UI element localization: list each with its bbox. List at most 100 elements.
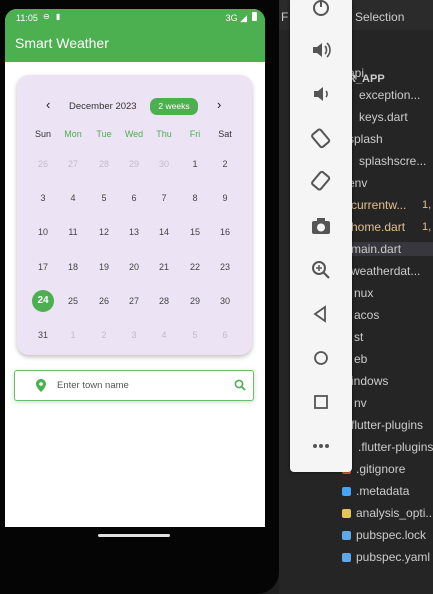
calendar-day[interactable]: 4 — [149, 330, 179, 340]
zoom-icon[interactable] — [310, 259, 332, 281]
calendar-day[interactable]: 30 — [149, 159, 179, 169]
calendar-day[interactable]: 27 — [58, 159, 88, 169]
file-tree-item-label: acos — [354, 308, 380, 322]
menu-item-file[interactable]: F — [281, 10, 288, 24]
file-tree-item[interactable]: pubspec.yaml — [342, 550, 430, 564]
more-options-icon[interactable] — [310, 435, 332, 457]
calendar-day[interactable]: 8 — [180, 193, 210, 203]
calendar-day[interactable]: 26 — [89, 296, 119, 306]
file-tree-item[interactable]: st — [354, 330, 363, 344]
calendar-day[interactable]: 20 — [119, 262, 149, 272]
calendar-day[interactable]: 27 — [119, 296, 149, 306]
menu-item-selection[interactable]: Selection — [355, 10, 404, 24]
calendar-day[interactable]: 5 — [180, 330, 210, 340]
calendar-day[interactable]: 1 — [180, 159, 210, 169]
calendar-day[interactable]: 29 — [180, 296, 210, 306]
file-tree-item-label: analysis_opti... — [356, 506, 433, 520]
file-tree-item[interactable]: splash — [348, 132, 383, 146]
calendar-day[interactable]: 5 — [89, 193, 119, 203]
power-icon[interactable] — [310, 0, 332, 19]
calendar-day[interactable]: 7 — [149, 193, 179, 203]
phone-screen: 11:05 ⊖ ▮ 3G ◢ Smart Weather ‹ December … — [5, 9, 265, 527]
status-bar: 11:05 ⊖ ▮ 3G ◢ — [5, 9, 265, 29]
file-tree-item[interactable]: .flutter-plugins-... — [342, 440, 433, 454]
file-tree-item[interactable]: weatherdat... — [351, 264, 420, 278]
calendar-day[interactable]: 9 — [210, 193, 240, 203]
volume-up-icon[interactable] — [310, 39, 332, 61]
rotate-right-icon[interactable] — [310, 170, 332, 192]
calendar-day[interactable]: 28 — [149, 296, 179, 306]
calendar-day[interactable]: 13 — [119, 227, 149, 237]
file-type-icon — [342, 509, 351, 518]
home-indicator[interactable] — [98, 534, 170, 537]
file-tree-item[interactable]: eb — [354, 352, 367, 366]
next-month-chevron-icon[interactable]: › — [217, 97, 221, 112]
calendar-day[interactable]: 21 — [149, 262, 179, 272]
calendar-day[interactable]: 1 — [58, 330, 88, 340]
calendar-day[interactable]: 17 — [28, 262, 58, 272]
file-tree-item-label: .metadata — [356, 484, 410, 498]
file-tree-item-label: nux — [354, 286, 374, 300]
town-search-field[interactable]: Enter town name — [14, 370, 254, 401]
file-tree-item[interactable]: .metadata — [342, 484, 409, 498]
calendar-day[interactable]: 28 — [89, 159, 119, 169]
calendar-day[interactable]: 2 — [210, 159, 240, 169]
file-tree-item[interactable]: main.dart — [342, 242, 433, 256]
file-tree-item-label: pubspec.yaml — [356, 550, 431, 564]
file-tree-item-label: .gitignore — [356, 462, 406, 476]
camera-icon[interactable] — [310, 215, 332, 237]
calendar-day[interactable]: 30 — [210, 296, 240, 306]
file-tree-item[interactable]: currentw... — [351, 198, 406, 212]
rotate-left-icon[interactable] — [310, 127, 332, 149]
home-icon[interactable] — [310, 347, 332, 369]
network-indicator: 3G ◢ — [225, 13, 247, 23]
calendar-day[interactable]: 2 — [89, 330, 119, 340]
calendar-day[interactable]: 14 — [149, 227, 179, 237]
calendar-day[interactable]: 16 — [210, 227, 240, 237]
format-toggle-button[interactable]: 2 weeks — [150, 98, 198, 115]
calendar-day[interactable]: 3 — [119, 330, 149, 340]
calendar-day[interactable]: 11 — [58, 227, 88, 237]
calendar-day[interactable]: 18 — [58, 262, 88, 272]
calendar-day[interactable]: 6 — [119, 193, 149, 203]
calendar-day[interactable]: 29 — [119, 159, 149, 169]
weekday-label: Thu — [156, 129, 172, 139]
file-tree-item[interactable]: exception... — [359, 88, 420, 102]
calendar-day-selected[interactable]: 24 — [32, 290, 54, 312]
file-tree-item-label: splashscre... — [359, 154, 427, 168]
app-bar: Smart Weather — [5, 29, 265, 62]
file-tree-item[interactable]: flutter-plugins — [351, 418, 423, 432]
calendar-day[interactable]: 22 — [180, 262, 210, 272]
calendar-day[interactable]: 25 — [58, 296, 88, 306]
file-tree-item-label: eb — [354, 352, 368, 366]
notification-icons: ⊖ ▮ — [43, 12, 63, 21]
file-tree-item[interactable]: pubspec.lock — [342, 528, 426, 542]
calendar-day[interactable]: 23 — [210, 262, 240, 272]
phone-frame: 11:05 ⊖ ▮ 3G ◢ Smart Weather ‹ December … — [0, 0, 279, 594]
file-type-icon — [342, 487, 351, 496]
calendar-day[interactable]: 26 — [28, 159, 58, 169]
calendar-day[interactable]: 31 — [28, 330, 58, 340]
prev-month-chevron-icon[interactable]: ‹ — [46, 97, 50, 112]
volume-down-icon[interactable] — [310, 83, 332, 105]
file-tree-item-label: indows — [351, 374, 389, 388]
file-tree-item[interactable]: indows — [351, 374, 388, 388]
file-tree-item[interactable]: nv — [354, 396, 367, 410]
calendar-day[interactable]: 15 — [180, 227, 210, 237]
file-tree-item[interactable]: acos — [354, 308, 379, 322]
overview-icon[interactable] — [310, 391, 332, 413]
file-tree-item[interactable]: nux — [354, 286, 373, 300]
calendar-day[interactable]: 19 — [89, 262, 119, 272]
file-tree-item[interactable]: splashscre... — [359, 154, 426, 168]
file-tree-item[interactable]: home.dart — [351, 220, 405, 234]
back-icon[interactable] — [310, 303, 332, 325]
calendar-day[interactable]: 6 — [210, 330, 240, 340]
file-tree-item[interactable]: keys.dart — [359, 110, 408, 124]
search-input[interactable]: Enter town name — [57, 380, 129, 391]
calendar-day[interactable]: 12 — [89, 227, 119, 237]
calendar-day[interactable]: 4 — [58, 193, 88, 203]
calendar-day[interactable]: 3 — [28, 193, 58, 203]
file-tree-item[interactable]: analysis_opti... — [342, 506, 433, 520]
calendar-day[interactable]: 10 — [28, 227, 58, 237]
search-icon[interactable] — [234, 379, 246, 391]
